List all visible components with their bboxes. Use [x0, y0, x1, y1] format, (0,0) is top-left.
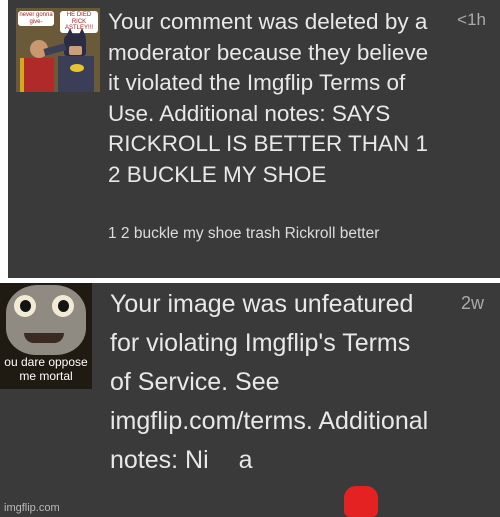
robin-body-icon — [24, 58, 54, 92]
notification-comment-deleted[interactable]: never gonna give- HE DIED RICK ASTLEY!!!… — [8, 0, 500, 278]
message-tail: a — [238, 446, 253, 474]
pupil-icon — [58, 300, 69, 312]
pupil-icon — [20, 300, 31, 312]
notification-message: Your comment was deleted by a moderator … — [108, 9, 429, 187]
speech-bubble-left: never gonna give- — [18, 11, 54, 26]
thomas-face-icon — [6, 285, 86, 355]
message-text: Your image was unfeatured for violating … — [110, 290, 429, 474]
notification-image-unfeatured[interactable]: ou dare oppose me mortal Your image was … — [0, 283, 500, 517]
mouth-icon — [24, 333, 64, 343]
batman-face-icon — [69, 46, 82, 55]
notification-message: Your image was unfeatured for violating … — [110, 285, 430, 480]
meme-thumbnail[interactable]: ou dare oppose me mortal — [0, 283, 92, 389]
meme-caption: ou dare oppose me mortal — [4, 355, 88, 383]
batman-body-icon — [58, 56, 94, 92]
deleted-comment-text: 1 2 buckle my shoe trash Rickroll better — [108, 225, 380, 242]
eye-icon — [14, 295, 36, 317]
meme-thumbnail[interactable]: never gonna give- HE DIED RICK ASTLEY!!! — [16, 8, 100, 92]
eye-icon — [52, 295, 74, 317]
red-heart-redaction-icon — [344, 486, 378, 517]
bat-emblem-icon — [70, 64, 84, 72]
imgflip-watermark: imgflip.com — [4, 502, 60, 514]
notification-time: 2w — [460, 293, 484, 313]
notification-time: <1h — [457, 10, 486, 29]
